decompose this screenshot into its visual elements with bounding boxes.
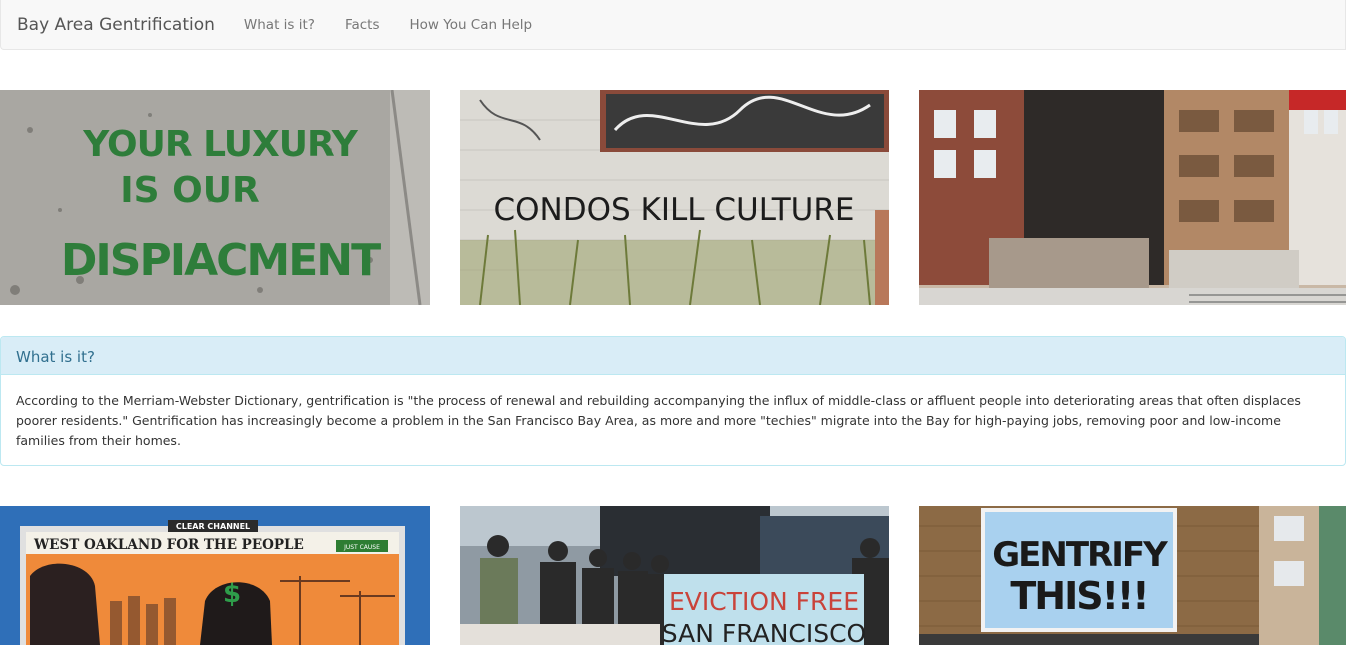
billboard-photo: CLEAR CHANNEL WEST OAKLAND FOR THE PEOPL… — [0, 506, 430, 645]
billboard-headline: WEST OAKLAND FOR THE PEOPLE — [33, 537, 304, 553]
stencil-line-3: DISPIACMENT — [61, 235, 381, 286]
protest-banner-line-2: SAN FRANCISCO — [662, 619, 866, 645]
billboard-line-2: THIS!!! — [1010, 574, 1147, 618]
nav-link-what-is-it[interactable]: What is it? — [229, 17, 330, 33]
top-image-row: YOUR LUXURY IS OUR DISPIACMENT CONDOS KI… — [0, 90, 1346, 305]
navbar: Bay Area Gentrification What is it? Fact… — [0, 0, 1346, 50]
stencil-photo: YOUR LUXURY IS OUR DISPIACMENT — [0, 90, 430, 305]
nav-link-how-you-can-help[interactable]: How You Can Help — [395, 17, 548, 33]
gentrify-billboard-photo: GENTRIFY THIS!!! — [919, 506, 1346, 645]
billboard-line-1: GENTRIFY — [992, 535, 1168, 575]
svg-text:$: $ — [223, 579, 241, 609]
graffiti-wall-photo: CONDOS KILL CULTURE — [460, 90, 889, 305]
protest-banner-line-1: EVICTION FREE — [669, 587, 859, 616]
building-construction-photo — [919, 90, 1346, 305]
stencil-line-2: IS OUR — [120, 170, 259, 211]
what-is-it-panel: What is it? According to the Merriam-Web… — [0, 336, 1346, 466]
stencil-line-1: YOUR LUXURY — [82, 124, 359, 165]
nav-link-facts[interactable]: Facts — [330, 17, 395, 33]
navbar-brand[interactable]: Bay Area Gentrification — [17, 15, 215, 35]
panel-heading: What is it? — [1, 337, 1345, 375]
protest-photo: EVICTION FREE SAN FRANCISCO — [460, 506, 889, 645]
bottom-image-row: CLEAR CHANNEL WEST OAKLAND FOR THE PEOPL… — [0, 506, 1346, 645]
wall-graffiti-text: CONDOS KILL CULTURE — [494, 192, 855, 228]
billboard-brand: CLEAR CHANNEL — [176, 522, 250, 531]
panel-title: What is it? — [16, 348, 95, 366]
panel-body: According to the Merriam-Webster Diction… — [16, 393, 1301, 448]
billboard-tag: JUST CAUSE — [343, 544, 380, 551]
